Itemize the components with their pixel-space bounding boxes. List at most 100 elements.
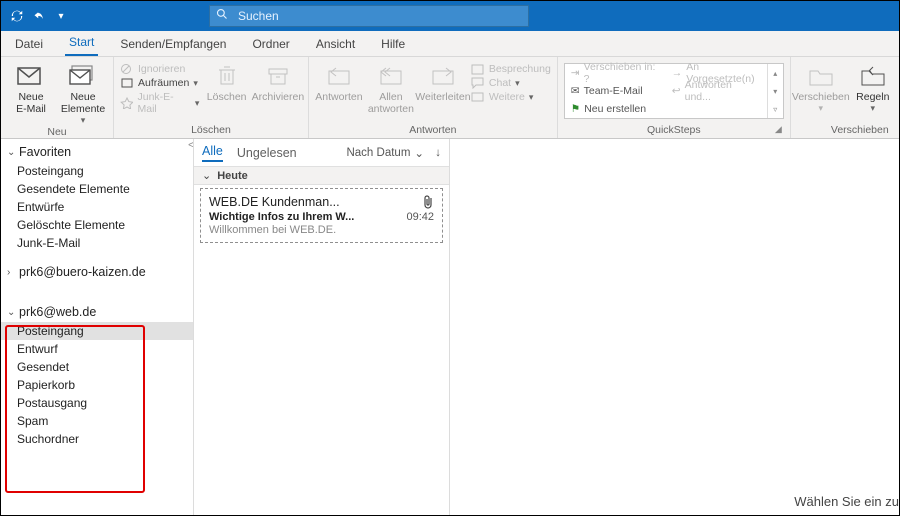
qs-create[interactable]: ⚑Neu erstellen [565,100,666,118]
acc2-spam[interactable]: Spam [1,412,193,430]
acc2-suchordner[interactable]: Suchordner [1,430,193,448]
dialog-launcher-icon[interactable]: ◢ [775,124,782,135]
search-icon [210,7,234,25]
new-mail-button[interactable]: Neue E-Mail [7,59,55,115]
archive-label: Archivieren [252,91,305,103]
ribbon-group-verschieben: Verschieben Regeln N On Verschieben [791,57,900,138]
mail-from: WEB.DE Kundenman... [209,195,434,209]
undo-icon[interactable] [31,8,47,24]
fav-entwuerfe[interactable]: Entwürfe [1,198,193,216]
acc2-posteingang[interactable]: Posteingang [1,322,193,340]
qs-team[interactable]: ✉Team-E-Mail [565,82,666,100]
message-list-pane: Alle Ungelesen Nach Datum⌄ ↓ ⌄Heute WEB.… [194,139,450,515]
rules-button[interactable]: Regeln [849,59,897,114]
search-box[interactable] [209,5,529,27]
reply-icon [323,63,355,89]
mail-preview: Willkommen bei WEB.DE. [209,224,434,236]
reading-placeholder: Wählen Sie ein zu [794,494,899,509]
ribbon-group-antworten: Antworten Allen antworten Weiterleiten B… [309,57,558,138]
qat-more-icon[interactable]: ▾ [53,8,69,24]
message-list-header: Alle Ungelesen Nach Datum⌄ ↓ [194,139,449,161]
forward-button[interactable]: Weiterleiten [419,59,467,103]
account2-header[interactable]: ⌄prk6@web.de [1,302,193,322]
flag-icon: ⚑ [571,103,580,115]
quicksteps-gallery[interactable]: ⇥Verschieben in: ? ✉Team-E-Mail ⚑Neu ers… [564,63,784,119]
meeting-button[interactable]: Besprechung [471,63,551,75]
tab-senden[interactable]: Senden/Empfangen [116,33,230,56]
delete-label: Löschen [207,91,247,103]
quick-access-toolbar: ▾ [1,8,69,24]
ribbon-group-label: Antworten [315,124,551,138]
sort-dropdown[interactable]: Nach Datum⌄ ↓ [346,146,441,160]
ribbon: Neue E-Mail Neue Elemente Neu Ignorieren… [1,57,899,139]
new-mail-label: Neue E-Mail [16,91,46,115]
tab-ungelesen[interactable]: Ungelesen [237,146,297,160]
fav-junk[interactable]: Junk-E-Mail [1,234,193,252]
reply-all-button[interactable]: Allen antworten [367,59,415,115]
mail-stack-icon [67,63,99,89]
qs-scroll[interactable]: ▴▾▿ [767,64,783,118]
tab-datei[interactable]: Datei [11,33,47,56]
mail-icon: ✉ [571,85,580,97]
ribbon-group-label: QuickSteps [647,124,701,136]
more-reply-button[interactable]: Weitere [471,91,551,103]
acc2-postausgang[interactable]: Postausgang [1,394,193,412]
ribbon-group-label: Löschen [120,124,302,138]
chevron-down-icon: ⌄ [202,169,211,182]
ribbon-tabs: Datei Start Senden/Empfangen Ordner Ansi… [1,31,899,57]
tab-hilfe[interactable]: Hilfe [377,33,409,56]
acc2-entwurf[interactable]: Entwurf [1,340,193,358]
folder-pane: < ⌄Favoriten Posteingang Gesendete Eleme… [1,139,194,515]
qs-replydel[interactable]: ↩Antworten und... [666,82,767,100]
reply-arrow-icon: ↩ [672,85,681,97]
cleanup-button[interactable]: Aufräumen [120,77,199,89]
archive-icon [262,63,294,89]
main-area: < ⌄Favoriten Posteingang Gesendete Eleme… [1,139,899,515]
fav-geloeschte[interactable]: Gelöschte Elemente [1,216,193,234]
ribbon-group-neu: Neue E-Mail Neue Elemente Neu [1,57,114,138]
ribbon-group-quicksteps: ⇥Verschieben in: ? ✉Team-E-Mail ⚑Neu ers… [558,57,791,138]
favorites-header[interactable]: ⌄Favoriten [1,142,193,162]
reading-pane: Wählen Sie ein zu [450,139,899,515]
junk-button[interactable]: Junk-E-Mail [120,91,199,115]
search-input[interactable] [234,9,528,23]
chevron-down-icon: ⌄ [414,146,424,160]
ignore-button[interactable]: Ignorieren [120,63,199,75]
ribbon-group-label: Verschieben [797,124,900,138]
tab-ordner[interactable]: Ordner [248,33,293,56]
new-items-label: Neue Elemente [61,91,105,115]
mail-item[interactable]: WEB.DE Kundenman... Wichtige Infos zu Ih… [200,188,443,243]
chat-button[interactable]: Chat [471,77,551,89]
chevron-down-icon: ⌄ [7,147,19,158]
attachment-icon [422,195,434,214]
tab-start[interactable]: Start [65,31,98,56]
archive-button[interactable]: Archivieren [254,59,302,103]
ribbon-group-loeschen: Ignorieren Aufräumen Junk-E-Mail Löschen… [114,57,309,138]
delete-button[interactable]: Löschen [203,59,250,103]
arrow-down-icon: ↓ [435,147,441,159]
reply-button[interactable]: Antworten [315,59,363,103]
chevron-right-icon: › [7,267,19,278]
fav-gesendete[interactable]: Gesendete Elemente [1,180,193,198]
collapse-pane-icon[interactable]: < [188,140,194,151]
forward-icon [427,63,459,89]
mail-subject: Wichtige Infos zu Ihrem W... [209,211,434,223]
trash-icon [211,63,243,89]
tab-ansicht[interactable]: Ansicht [312,33,359,56]
folder-move-icon: ⇥ [571,67,580,79]
acc2-papierkorb[interactable]: Papierkorb [1,376,193,394]
new-items-button[interactable]: Neue Elemente [59,59,107,126]
acc2-gesendet[interactable]: Gesendet [1,358,193,376]
qs-moveto[interactable]: ⇥Verschieben in: ? [565,64,666,82]
move-button[interactable]: Verschieben [797,59,845,114]
fav-posteingang[interactable]: Posteingang [1,162,193,180]
rules-icon [857,63,889,89]
group-header-heute[interactable]: ⌄Heute [194,166,449,185]
forward-arrow-icon: → [672,67,683,79]
folder-icon [805,63,837,89]
mail-icon [15,63,47,89]
sync-icon[interactable] [9,8,25,24]
chevron-down-icon: ⌄ [7,307,19,318]
account1-header[interactable]: ›prk6@buero-kaizen.de [1,262,193,282]
tab-alle[interactable]: Alle [202,144,223,162]
